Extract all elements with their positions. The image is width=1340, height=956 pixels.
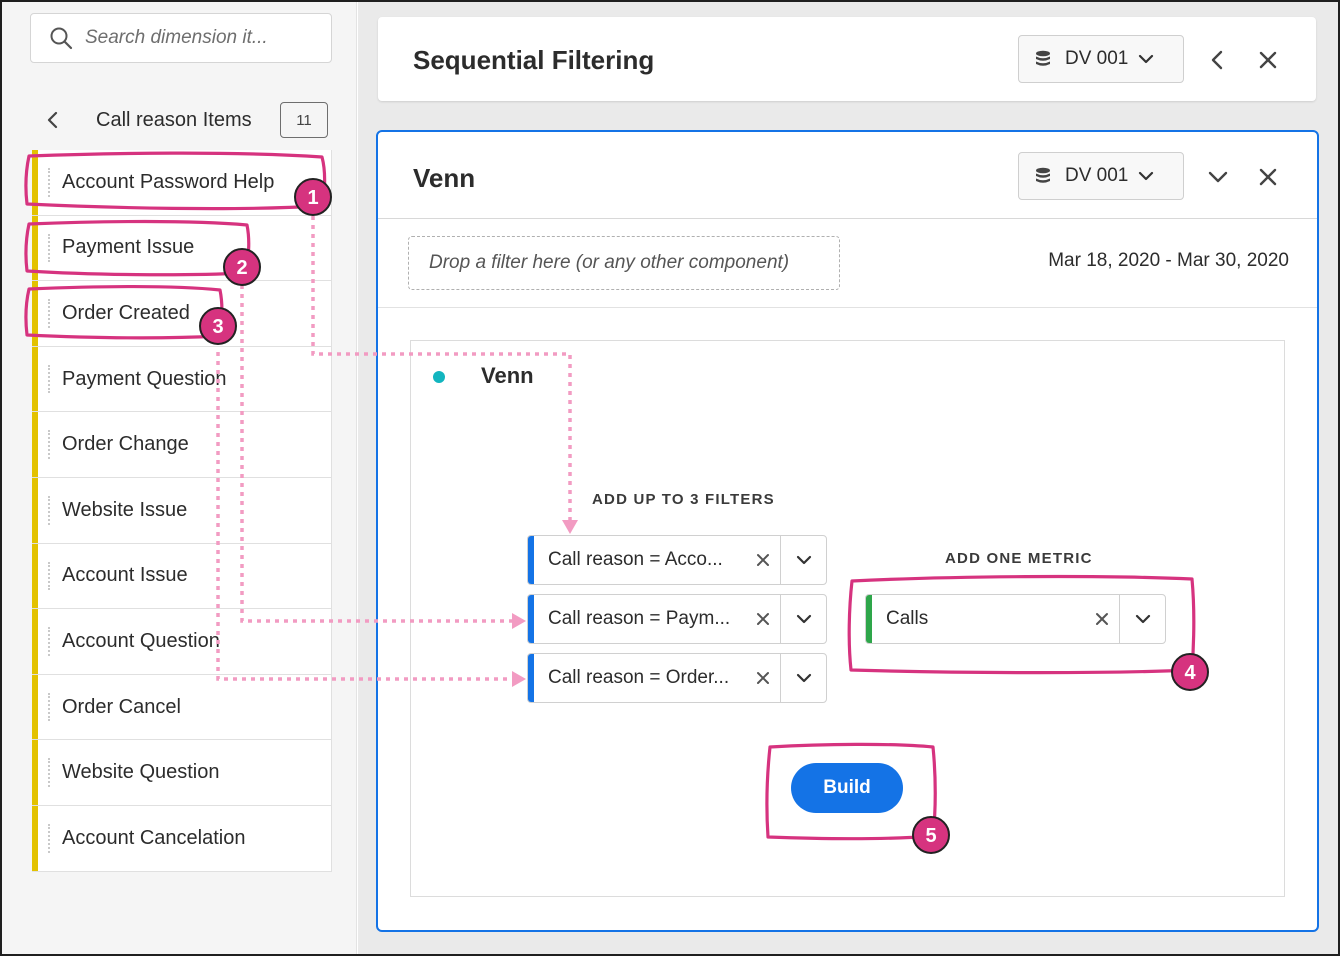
close-panel-button[interactable] xyxy=(1253,162,1283,192)
list-item[interactable]: Order Change xyxy=(32,412,332,478)
filter-label: Call reason = Order... xyxy=(548,667,730,688)
filter-label: Call reason = Acco... xyxy=(548,549,723,570)
close-icon xyxy=(1096,613,1108,625)
dataview-label: DV 001 xyxy=(1065,48,1129,69)
metric-dropdown-button[interactable] xyxy=(1119,595,1165,643)
collapse-panel-button[interactable] xyxy=(1202,45,1232,75)
dataview-selector[interactable]: DV 001 xyxy=(1018,35,1184,83)
list-item-label: Order Created xyxy=(62,301,190,324)
chevron-down-icon xyxy=(1139,54,1154,64)
chevron-left-icon[interactable] xyxy=(46,111,76,129)
viz-color-dot xyxy=(433,371,445,383)
filter-label: Call reason = Paym... xyxy=(548,608,731,629)
list-item-label: Payment Issue xyxy=(62,236,195,259)
list-item[interactable]: Payment Issue xyxy=(32,215,332,282)
remove-filter-button[interactable] xyxy=(746,612,780,626)
metric-label: ADD ONE METRIC xyxy=(945,550,1093,567)
screenshot-frame: Search dimension it... Call reason Items… xyxy=(0,0,1340,956)
panel-sequential-filtering: Sequential Filtering DV 001 xyxy=(378,17,1316,101)
dimension-rail: Search dimension it... Call reason Items… xyxy=(2,2,357,954)
filter-slot-1[interactable]: Call reason = Acco... xyxy=(527,535,827,585)
database-icon xyxy=(1036,50,1050,66)
close-icon xyxy=(757,672,769,684)
filter-dropdown-button[interactable] xyxy=(780,654,826,702)
dataview-selector[interactable]: DV 001 xyxy=(1018,152,1184,200)
filter-dropzone[interactable]: Drop a filter here (or any other compone… xyxy=(408,236,840,290)
remove-filter-button[interactable] xyxy=(746,671,780,685)
remove-filter-button[interactable] xyxy=(746,553,780,567)
panel-title: Sequential Filtering xyxy=(413,45,655,75)
collapse-panel-button[interactable] xyxy=(1203,162,1233,192)
chevron-down-icon xyxy=(1135,614,1150,624)
date-range[interactable]: Mar 18, 2020 - Mar 30, 2020 xyxy=(1048,250,1289,272)
list-item-label: Website Issue xyxy=(62,498,188,521)
search-input[interactable]: Search dimension it... xyxy=(30,13,332,63)
list-item[interactable]: Order Created xyxy=(32,281,332,347)
list-item-label: Account Issue xyxy=(62,564,188,587)
filter-slot-3[interactable]: Call reason = Order... xyxy=(527,653,827,703)
item-count-badge: 11 xyxy=(280,102,328,138)
panel-venn: Venn DV 001 Drop a filter here (or any o… xyxy=(376,130,1319,932)
list-item[interactable]: Order Cancel xyxy=(32,674,332,741)
search-icon xyxy=(50,27,73,50)
list-item-label: Account Password Help xyxy=(62,170,275,193)
filter-dropdown-button[interactable] xyxy=(780,595,826,643)
metric-value: Calls xyxy=(886,608,929,629)
chevron-down-icon xyxy=(1139,171,1154,181)
close-icon xyxy=(757,554,769,566)
workspace: Sequential Filtering DV 001 Venn DV 001 xyxy=(358,2,1338,954)
list-item[interactable]: Account Issue xyxy=(32,543,332,610)
venn-visualization: Venn ADD UP TO 3 FILTERS Call reason = A… xyxy=(410,340,1285,897)
chevron-down-icon xyxy=(796,555,811,565)
filter-dropdown-button[interactable] xyxy=(780,536,826,584)
list-item[interactable]: Account Password Help xyxy=(32,150,332,216)
chevron-down-icon xyxy=(796,673,811,683)
list-item[interactable]: Account Cancelation xyxy=(32,805,332,872)
list-item-label: Order Change xyxy=(62,433,189,456)
divider xyxy=(378,307,1317,308)
chevron-down-icon xyxy=(1208,171,1228,183)
list-item-label: Website Question xyxy=(62,761,220,784)
dataview-label: DV 001 xyxy=(1065,165,1129,186)
build-button[interactable]: Build xyxy=(791,763,903,813)
remove-metric-button[interactable] xyxy=(1085,612,1119,626)
list-item-label: Account Cancelation xyxy=(62,826,246,849)
database-icon xyxy=(1036,167,1050,183)
panel-title: Venn xyxy=(413,163,476,193)
close-icon xyxy=(1259,168,1277,186)
close-icon xyxy=(1259,51,1277,69)
dimension-item-list: Account Password Help Payment Issue Orde… xyxy=(32,150,332,872)
close-panel-button[interactable] xyxy=(1253,45,1283,75)
filter-slot-2[interactable]: Call reason = Paym... xyxy=(527,594,827,644)
list-item[interactable]: Website Question xyxy=(32,740,332,806)
divider xyxy=(378,218,1317,219)
list-item-label: Account Question xyxy=(62,629,220,652)
close-icon xyxy=(757,613,769,625)
metric-slot[interactable]: Calls xyxy=(865,594,1166,644)
search-placeholder: Search dimension it... xyxy=(85,27,268,48)
breadcrumb-label: Call reason Items xyxy=(96,108,252,131)
chevron-left-icon xyxy=(1211,50,1223,70)
viz-title: Venn xyxy=(481,363,534,388)
filters-label: ADD UP TO 3 FILTERS xyxy=(592,491,775,508)
list-item[interactable]: Payment Question xyxy=(32,346,332,413)
list-item[interactable]: Website Issue xyxy=(32,477,332,544)
chevron-down-icon xyxy=(796,614,811,624)
list-item-label: Order Cancel xyxy=(62,695,181,718)
list-item-label: Payment Question xyxy=(62,367,227,390)
list-item[interactable]: Account Question xyxy=(32,609,332,675)
breadcrumb: Call reason Items 11 xyxy=(46,100,328,140)
